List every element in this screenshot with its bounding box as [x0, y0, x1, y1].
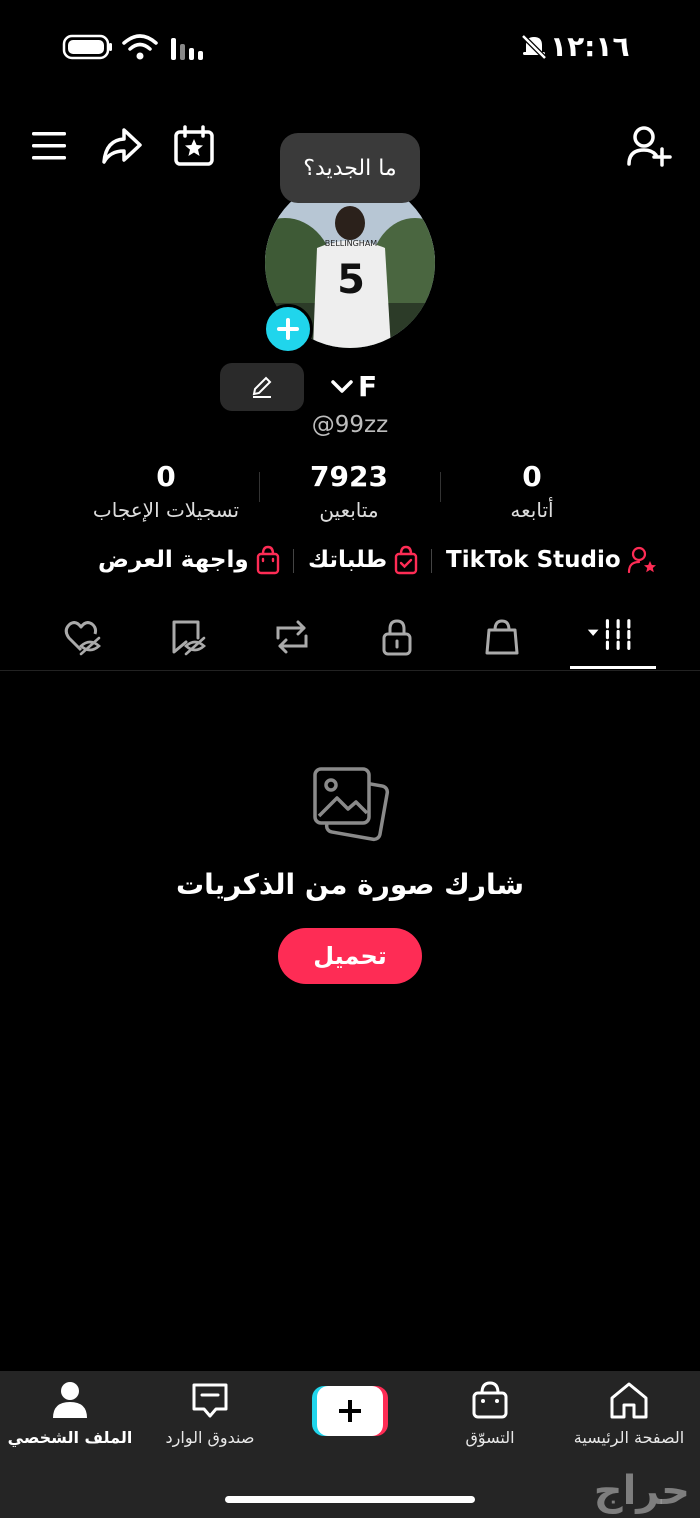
- battery-icon: [62, 34, 114, 60]
- repost-icon: [276, 620, 308, 654]
- nav-home-label: الصفحة الرئيسية: [573, 1428, 685, 1447]
- status-bar: ١٢:١٦: [0, 0, 700, 90]
- tabs-divider: [0, 670, 700, 671]
- shopping-bag-check-icon: [394, 545, 418, 575]
- tab-reposts[interactable]: [267, 612, 317, 662]
- plus-icon: [339, 1400, 361, 1422]
- likes-label: تسجيلات الإعجاب: [92, 498, 240, 522]
- home-icon: [610, 1382, 648, 1419]
- likes-count[interactable]: 0: [76, 460, 256, 493]
- display-name: F: [358, 370, 378, 403]
- tab-liked-hidden[interactable]: [58, 612, 108, 662]
- tab-shop[interactable]: [477, 612, 527, 662]
- heart-hidden-icon: [64, 621, 101, 656]
- upload-button[interactable]: تحميل: [278, 928, 422, 984]
- watermark: حراج: [593, 1468, 690, 1514]
- nav-inbox[interactable]: صندوق الوارد: [140, 1380, 280, 1447]
- shop-divider: [431, 549, 432, 573]
- account-switcher[interactable]: F: [330, 370, 377, 403]
- add-friend-icon[interactable]: [626, 124, 672, 168]
- tab-private[interactable]: [372, 612, 422, 662]
- home-indicator: [225, 1496, 475, 1503]
- edit-profile-button[interactable]: [220, 363, 304, 411]
- creator-star-icon: [627, 546, 656, 574]
- shop-divider: [293, 549, 294, 573]
- bookmark-hidden-icon: [172, 620, 206, 656]
- orders-label: طلباتك: [308, 547, 388, 573]
- mute-bell-icon: [520, 33, 548, 61]
- plus-icon: [277, 318, 299, 340]
- jersey-number: 5: [337, 257, 365, 303]
- orders-link[interactable]: طلباتك: [308, 545, 419, 575]
- tab-videos[interactable]: [586, 610, 636, 660]
- whats-new-tooltip[interactable]: ما الجديد؟: [280, 133, 420, 203]
- calendar-star-icon[interactable]: [172, 124, 216, 168]
- nav-inbox-label: صندوق الوارد: [165, 1428, 255, 1447]
- nav-shop[interactable]: التسوّق: [420, 1380, 560, 1447]
- photos-icon: [310, 764, 390, 844]
- status-time: ١٢:١٦: [550, 30, 630, 63]
- lock-icon: [382, 619, 412, 656]
- empty-state-title: شارك صورة من الذكريات: [175, 868, 525, 901]
- username: @99zz: [311, 412, 389, 438]
- avatar-add-button[interactable]: [263, 304, 313, 354]
- nav-shop-label: التسوّق: [465, 1428, 515, 1447]
- showcase-link[interactable]: واجهة العرض: [98, 545, 281, 575]
- create-button-face: [317, 1386, 383, 1436]
- tooltip-text: ما الجديد؟: [303, 155, 397, 181]
- shopping-bag-icon: [256, 545, 279, 575]
- tiktok-studio-label: TikTok Studio: [446, 547, 621, 573]
- share-icon[interactable]: [100, 124, 144, 168]
- shopping-bag-icon: [485, 619, 519, 655]
- nav-profile[interactable]: الملف الشخصي: [0, 1380, 140, 1447]
- active-tab-indicator: [570, 666, 656, 669]
- nav-profile-label: الملف الشخصي: [7, 1428, 133, 1447]
- wifi-icon: [122, 33, 158, 61]
- followers-count[interactable]: 7923: [259, 460, 439, 493]
- profile-icon: [53, 1382, 87, 1418]
- shopping-bag-icon: [472, 1381, 508, 1419]
- chevron-down-icon: [331, 379, 353, 393]
- tiktok-studio-link[interactable]: TikTok Studio: [446, 545, 659, 575]
- menu-icon[interactable]: [30, 128, 70, 164]
- showcase-label: واجهة العرض: [98, 547, 249, 573]
- following-count[interactable]: 0: [442, 460, 622, 493]
- tab-favorites-hidden[interactable]: [163, 612, 213, 662]
- create-button[interactable]: [312, 1386, 388, 1436]
- nav-home[interactable]: الصفحة الرئيسية: [559, 1380, 699, 1447]
- signal-icon: [170, 36, 206, 60]
- grid-videos-icon: [587, 619, 631, 651]
- pencil-icon: [252, 376, 272, 398]
- jersey-name: BELLINGHAM: [325, 239, 377, 248]
- inbox-icon: [192, 1383, 228, 1418]
